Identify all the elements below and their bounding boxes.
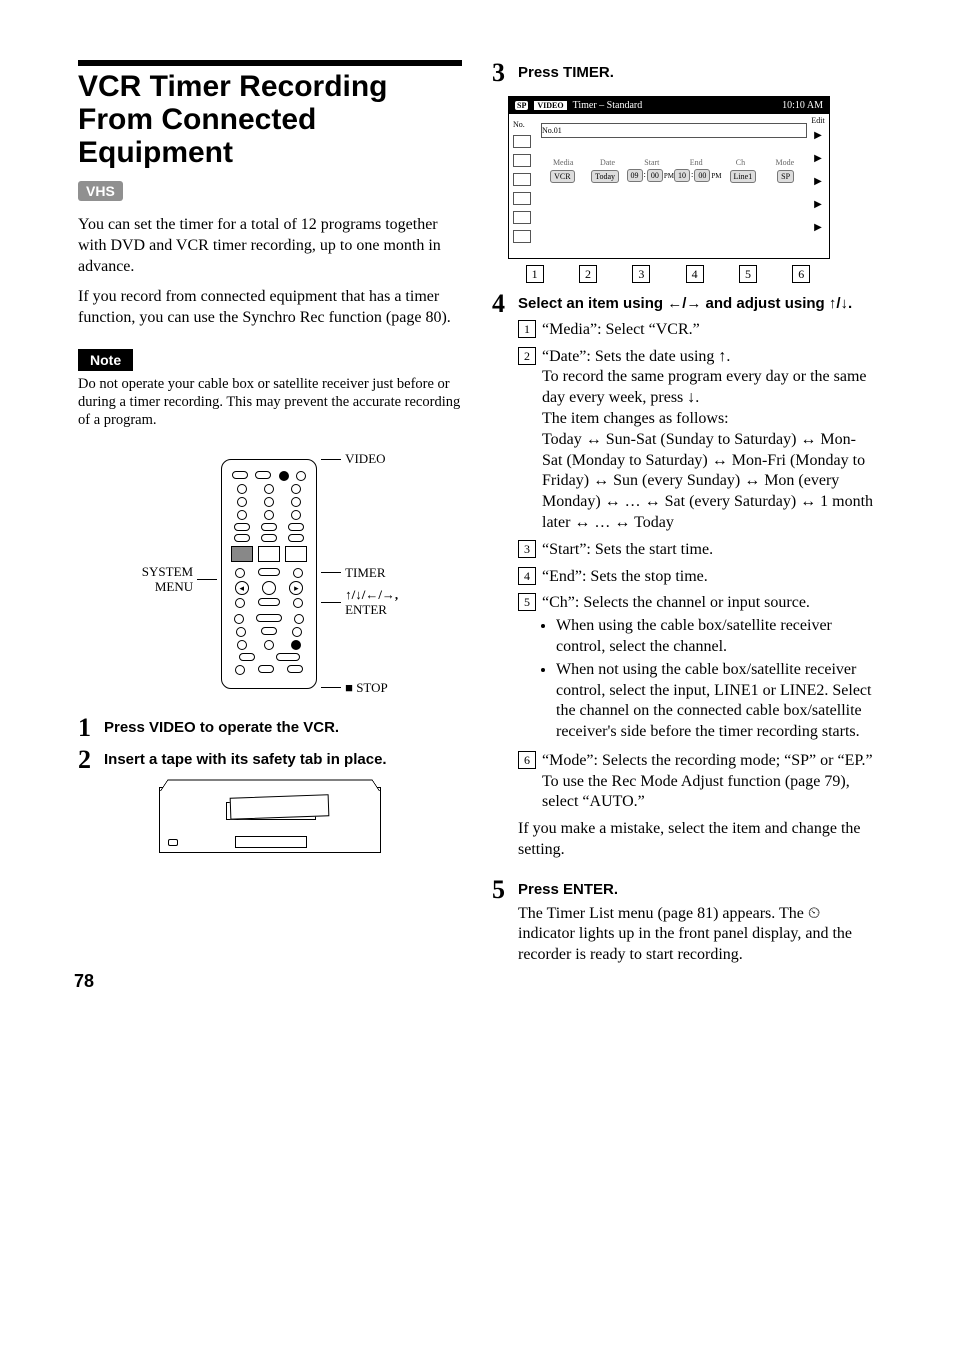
step4-item-3: 3 “Start”: Sets the start time. [518, 540, 876, 561]
step4-tail: If you make a mistake, select the item a… [518, 819, 876, 861]
step4-item-3-text: “Start”: Sets the start time. [542, 540, 876, 561]
hdr-start: Start [630, 158, 674, 167]
step-5: 5 Press ENTER. The Timer List menu (page… [492, 877, 876, 976]
screen-callouts: 1 2 3 4 5 6 [508, 259, 828, 283]
intro-para-1: You can set the timer for a total of 12 … [78, 215, 462, 277]
nbox-2: 2 [518, 347, 536, 365]
hdr-ch: Ch [718, 158, 762, 167]
step-4: 4 Select an item using ←/→ and adjust us… [492, 291, 876, 871]
step-5-head: Press ENTER. [518, 881, 876, 900]
nbox-5: 5 [518, 593, 536, 611]
nbox-1: 1 [518, 320, 536, 338]
screen-no01: No.01 [541, 123, 807, 138]
callout-3: 3 [632, 265, 650, 283]
step4-item-5-b1: When using the cable box/satellite recei… [556, 616, 876, 658]
timer-screen: SP VIDEO Timer – Standard 10:10 AM No. E… [508, 96, 876, 283]
step4-item-5: 5 “Ch”: Selects the channel or input sou… [518, 593, 876, 745]
step-3: 3 Press TIMER. [492, 60, 876, 86]
step4-item-4: 4 “End”: Sets the stop time. [518, 567, 876, 588]
step-5-body: The Timer List menu (page 81) appears. T… [518, 904, 876, 966]
page-number: 78 [74, 971, 94, 992]
screen-no-label: No. [513, 120, 531, 129]
screen-title: Timer – Standard [573, 100, 777, 111]
remote-diagram: SYSTEM MENU [78, 447, 462, 701]
callout-1: 1 [526, 265, 544, 283]
callout-6: 6 [792, 265, 810, 283]
nbox-4: 4 [518, 567, 536, 585]
remote-label-system-menu: SYSTEM MENU [142, 564, 193, 595]
hdr-mode: Mode [763, 158, 807, 167]
page-title: VCR Timer Recording From Connected Equip… [78, 70, 462, 169]
val-mode: SP [777, 170, 794, 183]
remote-label-video: VIDEO [345, 451, 385, 467]
remote-label-arrows-enter: ↑/↓/←/→, ENTER [345, 587, 398, 618]
vcr-unit-illustration [78, 787, 462, 853]
step4-item-5-text: “Ch”: Selects the channel or input sourc… [542, 594, 810, 611]
step-2: 2 Insert a tape with its safety tab in p… [78, 747, 462, 773]
callout-5: 5 [739, 265, 757, 283]
callout-2: 2 [579, 265, 597, 283]
screen-video-tag: VIDEO [534, 101, 566, 110]
step-1: 1 Press VIDEO to operate the VCR. [78, 715, 462, 741]
val-ch: Line1 [730, 170, 757, 183]
screen-clock: 10:10 AM [782, 100, 823, 111]
step-1-number: 1 [78, 715, 104, 741]
note-label: Note [78, 349, 133, 371]
step4-item-2-l3: The item changes as follows: [542, 410, 729, 427]
hdr-end: End [674, 158, 718, 167]
step-3-head: Press TIMER. [518, 60, 876, 83]
step-3-number: 3 [492, 60, 518, 86]
step4-item-5-b2: When not using the cable box/satellite r… [556, 660, 876, 743]
step-4-number: 4 [492, 291, 518, 317]
val-end: 10:00PM [674, 169, 722, 182]
remote-body: ◂ ▸ [221, 459, 317, 689]
step4-item-2-l4: Today ↔ Sun-Sat (Sunday to Saturday) ↔ M… [542, 431, 873, 531]
nbox-3: 3 [518, 540, 536, 558]
intro-para-2: If you record from connected equipment t… [78, 287, 462, 329]
screen-sp-tag: SP [515, 101, 528, 110]
note-text: Do not operate your cable box or satelli… [78, 375, 462, 429]
hdr-date: Date [585, 158, 629, 167]
remote-label-stop: ■ STOP [345, 680, 388, 696]
step4-item-1: 1 “Media”: Select “VCR.” [518, 320, 876, 341]
step4-item-2: 2 “Date”: Sets the date using ↑. To reco… [518, 347, 876, 534]
step4-item-1-text: “Media”: Select “VCR.” [542, 320, 876, 341]
val-media: VCR [550, 170, 574, 183]
step4-item-6-text: “Mode”: Selects the recording mode; “SP”… [542, 751, 876, 813]
step-4-head: Select an item using ←/→ and adjust usin… [518, 295, 876, 314]
remote-label-timer: TIMER [345, 565, 385, 581]
vhs-badge: VHS [78, 181, 123, 201]
step-5-number: 5 [492, 877, 518, 903]
val-start: 09:00PM [627, 169, 675, 182]
hdr-media: Media [541, 158, 585, 167]
section-rule [78, 60, 462, 66]
step-2-head: Insert a tape with its safety tab in pla… [104, 747, 462, 770]
step-1-head: Press VIDEO to operate the VCR. [104, 715, 462, 738]
nbox-6: 6 [518, 751, 536, 769]
step4-item-2-l2: To record the same program every day or … [542, 368, 867, 406]
val-date: Today [591, 170, 619, 183]
step4-item-2-l1: “Date”: Sets the date using ↑. [542, 348, 730, 365]
step-2-number: 2 [78, 747, 104, 773]
screen-edit-label: Edit [811, 116, 825, 125]
callout-4: 4 [686, 265, 704, 283]
step4-item-4-text: “End”: Sets the stop time. [542, 567, 876, 588]
step4-item-6: 6 “Mode”: Selects the recording mode; “S… [518, 751, 876, 813]
